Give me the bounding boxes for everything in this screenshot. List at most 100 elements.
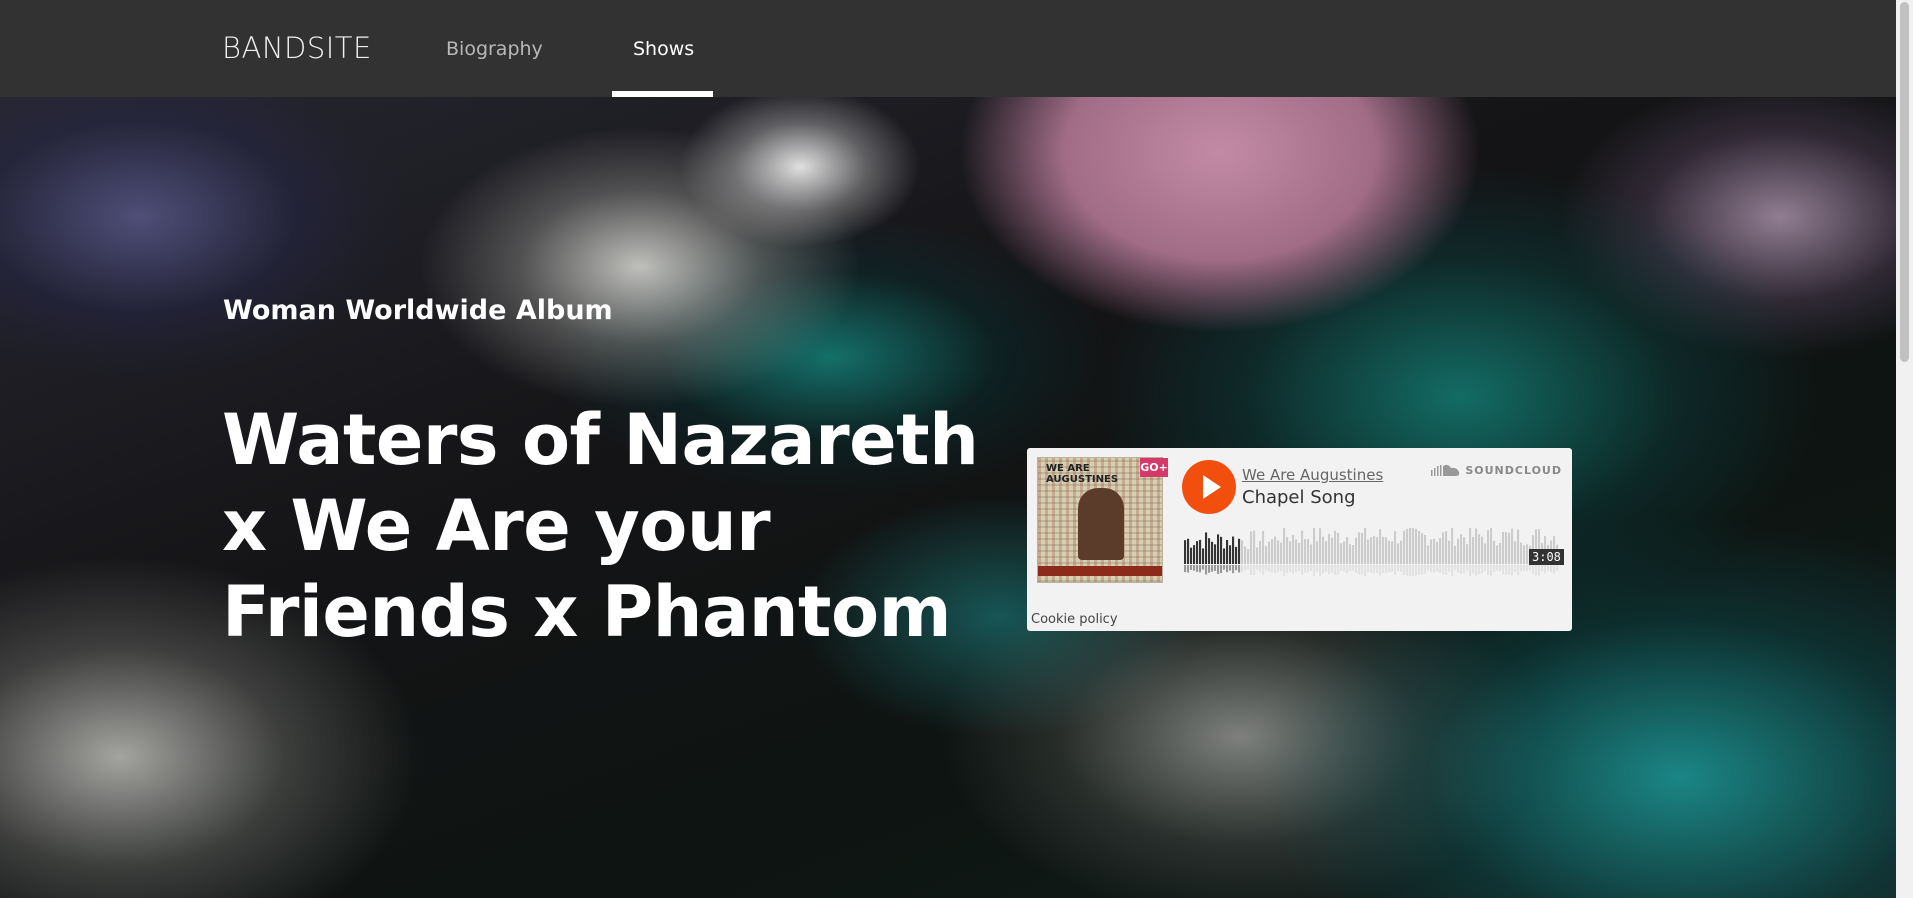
waveform-reflection <box>1361 565 1364 575</box>
waveform-reflection <box>1331 565 1334 573</box>
scrollbar-thumb[interactable] <box>1900 2 1909 362</box>
waveform-reflection <box>1550 565 1553 573</box>
waveform-bar <box>1391 541 1394 564</box>
waveform-bar <box>1253 530 1256 564</box>
waveform-bar <box>1367 539 1370 564</box>
waveform-reflection <box>1523 565 1526 571</box>
waveform-bar <box>1475 528 1478 564</box>
page-scrollbar[interactable] <box>1896 0 1913 898</box>
waveform-bar <box>1406 528 1409 564</box>
waveform-reflection <box>1304 565 1307 573</box>
waveform-reflection <box>1373 565 1376 574</box>
waveform-reflection <box>1415 565 1418 576</box>
waveform[interactable] <box>1184 528 1559 578</box>
soundcloud-brand-text: SOUNDCLOUD <box>1465 463 1562 477</box>
waveform-reflection <box>1259 565 1262 572</box>
waveform-bar <box>1229 545 1232 564</box>
waveform-reflection <box>1385 565 1388 574</box>
waveform-bar <box>1232 536 1235 564</box>
waveform-bar <box>1436 541 1439 564</box>
waveform-reflection <box>1334 565 1337 575</box>
waveform-bar <box>1361 533 1364 564</box>
waveform-bar <box>1226 540 1229 564</box>
waveform-reflection <box>1220 565 1223 574</box>
go-plus-badge[interactable]: GO+ <box>1140 458 1168 477</box>
waveform-reflection <box>1358 565 1361 575</box>
waveform-bar <box>1337 532 1340 564</box>
waveform-reflection <box>1298 565 1301 572</box>
waveform-reflection <box>1316 565 1319 572</box>
waveform-bar <box>1469 528 1472 564</box>
waveform-bar <box>1511 528 1514 564</box>
waveform-reflection <box>1367 565 1370 573</box>
waveform-reflection <box>1307 565 1310 573</box>
waveform-bar <box>1484 543 1487 564</box>
waveform-reflection <box>1274 565 1277 574</box>
waveform-reflection <box>1253 565 1256 576</box>
play-button[interactable] <box>1182 460 1236 514</box>
hero-subtitle: Woman Worldwide Album <box>223 295 613 326</box>
waveform-reflection <box>1283 565 1286 577</box>
waveform-bar <box>1187 538 1190 564</box>
waveform-reflection <box>1187 565 1190 573</box>
waveform-reflection <box>1382 565 1385 574</box>
waveform-bar <box>1400 540 1403 564</box>
waveform-reflection <box>1493 565 1496 572</box>
waveform-reflection <box>1217 565 1220 574</box>
waveform-reflection <box>1346 565 1349 574</box>
artist-link[interactable]: We Are Augustines <box>1242 466 1383 484</box>
waveform-bar <box>1466 544 1469 564</box>
waveform-reflection <box>1439 565 1442 573</box>
waveform-bar <box>1235 546 1238 564</box>
waveform-bar <box>1481 536 1484 564</box>
waveform-bar <box>1364 528 1367 564</box>
waveform-reflection <box>1289 565 1292 572</box>
waveform-bar <box>1463 537 1466 564</box>
waveform-bar <box>1262 530 1265 564</box>
track-title[interactable]: Chapel Song <box>1242 487 1356 508</box>
waveform-reflection <box>1529 565 1532 571</box>
waveform-bar <box>1328 533 1331 564</box>
waveform-bar <box>1310 544 1313 564</box>
site-logo[interactable]: BANDSITE <box>222 31 372 65</box>
waveform-reflection <box>1496 565 1499 571</box>
waveform-bar <box>1502 531 1505 564</box>
waveform-reflection <box>1211 565 1214 572</box>
waveform-reflection <box>1205 565 1208 575</box>
waveform-bar <box>1286 537 1289 564</box>
waveform-bar <box>1379 529 1382 564</box>
waveform-reflection <box>1292 565 1295 574</box>
waveform-reflection <box>1424 565 1427 574</box>
soundcloud-player: WE ARE AUGUSTINES We Are Augustines Chap… <box>1027 448 1572 631</box>
waveform-reflection <box>1517 565 1520 576</box>
waveform-reflection <box>1280 565 1283 572</box>
waveform-reflection <box>1469 565 1472 577</box>
soundcloud-logo[interactable]: SOUNDCLOUD <box>1431 463 1562 477</box>
nav-active-indicator <box>612 91 713 97</box>
waveform-reflection <box>1400 565 1403 573</box>
waveform-reflection <box>1184 565 1187 573</box>
nav-shows[interactable]: Shows <box>633 38 694 60</box>
waveform-reflection <box>1505 565 1508 575</box>
hero-banner: Woman Worldwide Album Waters of Nazareth… <box>0 97 1896 898</box>
waveform-reflection <box>1451 565 1454 577</box>
waveform-reflection <box>1526 565 1529 571</box>
waveform-bar <box>1241 540 1244 564</box>
waveform-reflection <box>1463 565 1466 574</box>
cookie-policy-link[interactable]: Cookie policy <box>1031 612 1118 627</box>
waveform-reflection <box>1199 565 1202 573</box>
waveform-reflection <box>1490 565 1493 576</box>
waveform-reflection <box>1436 565 1439 572</box>
waveform-reflection <box>1541 565 1544 572</box>
nav-biography[interactable]: Biography <box>446 38 543 60</box>
waveform-reflection <box>1427 565 1430 571</box>
waveform-bar <box>1325 541 1328 564</box>
waveform-reflection <box>1313 565 1316 576</box>
soundcloud-cloud-icon <box>1431 464 1460 476</box>
waveform-reflection <box>1364 565 1367 577</box>
waveform-reflection <box>1466 565 1469 571</box>
waveform-reflection <box>1484 565 1487 572</box>
waveform-bar <box>1517 529 1520 564</box>
waveform-bar <box>1208 538 1211 564</box>
waveform-bar <box>1472 536 1475 564</box>
